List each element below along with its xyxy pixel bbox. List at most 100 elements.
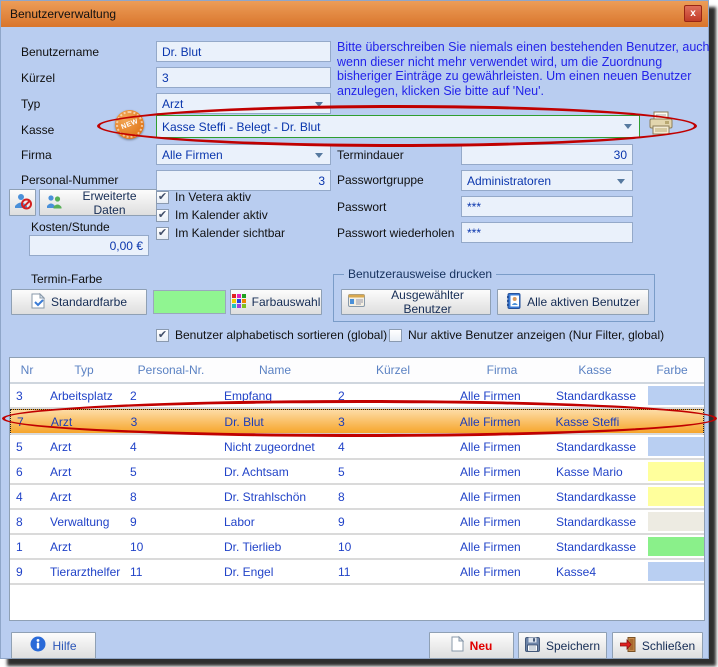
passwort-field[interactable]: ***: [461, 196, 633, 217]
cell-kuerzel: 3: [332, 415, 454, 429]
checkbox-in-vetera-aktiv[interactable]: In Vetera aktiv: [156, 190, 251, 204]
checkbox-nur-aktive[interactable]: Nur aktive Benutzer anzeigen (Nur Filter…: [389, 328, 664, 342]
alle-aktiven-benutzer-button[interactable]: Alle aktiven Benutzer: [497, 289, 649, 315]
checkbox-box[interactable]: [156, 191, 169, 204]
checkbox-im-kalender-aktiv[interactable]: Im Kalender aktiv: [156, 208, 268, 222]
exit-door-icon: [620, 637, 636, 655]
info-icon: [30, 636, 46, 655]
deactivate-user-button[interactable]: [9, 189, 36, 216]
cell-pnr: 8: [124, 490, 218, 504]
passwort-wiederholen-field[interactable]: ***: [461, 222, 633, 243]
kasse-label: Kasse: [21, 123, 54, 137]
farbauswahl-button[interactable]: Farbauswahl: [230, 289, 322, 315]
checkbox-box[interactable]: [156, 209, 169, 222]
benutzername-field[interactable]: Dr. Blut: [156, 41, 331, 62]
cell-name: Empfang: [218, 389, 332, 403]
column-header-4[interactable]: Kürzel: [332, 363, 454, 377]
cell-farbe: [640, 537, 704, 556]
ausgewaehlter-benutzer-button[interactable]: Ausgewählter Benutzer: [341, 289, 491, 315]
close-button[interactable]: x: [684, 5, 702, 22]
firma-dropdown[interactable]: Alle Firmen: [156, 144, 331, 165]
table-row[interactable]: 8Verwaltung9Labor9Alle FirmenStandardkas…: [10, 510, 704, 535]
erweiterte-daten-label: Erweiterte Daten: [69, 189, 150, 217]
checkbox-box[interactable]: [156, 227, 169, 240]
titlebar[interactable]: Benutzerverwaltung x: [1, 1, 708, 27]
cell-nr: 7: [11, 415, 45, 429]
cell-kuerzel: 4: [332, 440, 454, 454]
table-row[interactable]: 4Arzt8Dr. Strahlschön8Alle FirmenStandar…: [10, 485, 704, 510]
cell-farbe: [640, 386, 704, 405]
user-table-body: 3Arbeitsplatz2Empfang2Alle FirmenStandar…: [10, 384, 704, 585]
checkbox-sortieren-global[interactable]: Benutzer alphabetisch sortieren (global): [156, 328, 387, 342]
cell-pnr: 2: [124, 389, 218, 403]
cell-nr: 5: [10, 440, 44, 454]
table-row-selected[interactable]: 7Arzt3Dr. Blut3Alle FirmenKasse Steffi: [10, 409, 704, 435]
checkbox-box[interactable]: [156, 329, 169, 342]
kosten-stunde-field[interactable]: 0,00 €: [29, 235, 149, 256]
dialog-benutzerverwaltung: Benutzerverwaltung x Benutzername Dr. Bl…: [0, 0, 709, 659]
cell-typ: Arzt: [44, 540, 124, 554]
column-header-0[interactable]: Nr: [10, 363, 44, 377]
cell-kuerzel: 5: [332, 465, 454, 479]
schliessen-button[interactable]: Schließen: [612, 632, 703, 659]
column-header-1[interactable]: Typ: [44, 363, 124, 377]
neu-button[interactable]: Neu: [429, 632, 514, 659]
cell-name: Dr. Tierlieb: [218, 540, 332, 554]
cell-pnr: 5: [124, 465, 218, 479]
column-header-3[interactable]: Name: [218, 363, 332, 377]
cell-kuerzel: 8: [332, 490, 454, 504]
kuerzel-field[interactable]: 3: [156, 67, 331, 88]
neu-label: Neu: [470, 639, 493, 653]
cell-firma: Alle Firmen: [454, 515, 550, 529]
user-table: NrTypPersonal-Nr.NameKürzelFirmaKasseFar…: [9, 357, 705, 621]
passwortgruppe-dropdown[interactable]: Administratoren: [461, 170, 633, 191]
hint-text: Bitte überschreiben Sie niemals einen be…: [337, 40, 711, 98]
column-header-2[interactable]: Personal-Nr.: [124, 363, 218, 377]
speichern-label: Speichern: [546, 639, 600, 653]
users-icon: [46, 194, 63, 212]
checkbox-label: Benutzer alphabetisch sortieren (global): [175, 328, 387, 342]
standardfarbe-button[interactable]: Standardfarbe: [11, 289, 147, 315]
kosten-stunde-label: Kosten/Stunde: [31, 220, 110, 234]
firma-label: Firma: [21, 148, 52, 162]
cell-kasse: Standardkasse: [550, 490, 640, 504]
cell-farbe: [640, 562, 704, 581]
cell-farbe: [640, 512, 704, 531]
cell-firma: Alle Firmen: [454, 465, 550, 479]
table-row[interactable]: 5Arzt4Nicht zugeordnet4Alle FirmenStanda…: [10, 435, 704, 460]
cell-kuerzel: 2: [332, 389, 454, 403]
hilfe-label: Hilfe: [52, 639, 76, 653]
kasse-dropdown[interactable]: Kasse Steffi - Belegt - Dr. Blut: [156, 115, 640, 138]
cell-firma: Alle Firmen: [454, 415, 550, 429]
cell-name: Nicht zugeordnet: [218, 440, 332, 454]
address-book-icon: [506, 293, 521, 312]
termindauer-field[interactable]: 30: [461, 144, 633, 165]
column-header-7[interactable]: Farbe: [640, 363, 704, 377]
checkbox-box[interactable]: [389, 329, 402, 342]
cell-firma: Alle Firmen: [454, 540, 550, 554]
column-header-6[interactable]: Kasse: [550, 363, 640, 377]
table-row[interactable]: 6Arzt5Dr. Achtsam5Alle FirmenKasse Mario: [10, 460, 704, 485]
checkbox-im-kalender-sichtbar[interactable]: Im Kalender sichtbar: [156, 226, 285, 240]
cash-register-print-icon[interactable]: [648, 111, 674, 141]
table-row[interactable]: 3Arbeitsplatz2Empfang2Alle FirmenStandar…: [10, 384, 704, 409]
ausgewaehlter-benutzer-label: Ausgewählter Benutzer: [371, 288, 484, 316]
column-header-5[interactable]: Firma: [454, 363, 550, 377]
benutzerausweise-title: Benutzerausweise drucken: [344, 267, 496, 281]
passwort-wiederholen-label: Passwort wiederholen: [337, 226, 454, 240]
kuerzel-label: Kürzel: [21, 71, 55, 85]
cell-pnr: 11: [124, 565, 218, 579]
typ-dropdown[interactable]: Arzt: [156, 93, 331, 114]
table-row[interactable]: 9Tierarzthelfer11Dr. Engel11Alle FirmenK…: [10, 560, 704, 585]
cell-farbe: [640, 437, 704, 456]
cell-firma: Alle Firmen: [454, 440, 550, 454]
new-document-icon: [451, 636, 464, 655]
table-row[interactable]: 1Arzt10Dr. Tierlieb10Alle FirmenStandard…: [10, 535, 704, 560]
erweiterte-daten-button[interactable]: Erweiterte Daten: [39, 189, 157, 216]
hilfe-button[interactable]: Hilfe: [11, 632, 96, 659]
personal-nummer-field[interactable]: 3: [156, 170, 331, 191]
cell-pnr: 9: [124, 515, 218, 529]
termindauer-label: Termindauer: [337, 148, 404, 162]
cell-nr: 6: [10, 465, 44, 479]
speichern-button[interactable]: Speichern: [518, 632, 607, 659]
